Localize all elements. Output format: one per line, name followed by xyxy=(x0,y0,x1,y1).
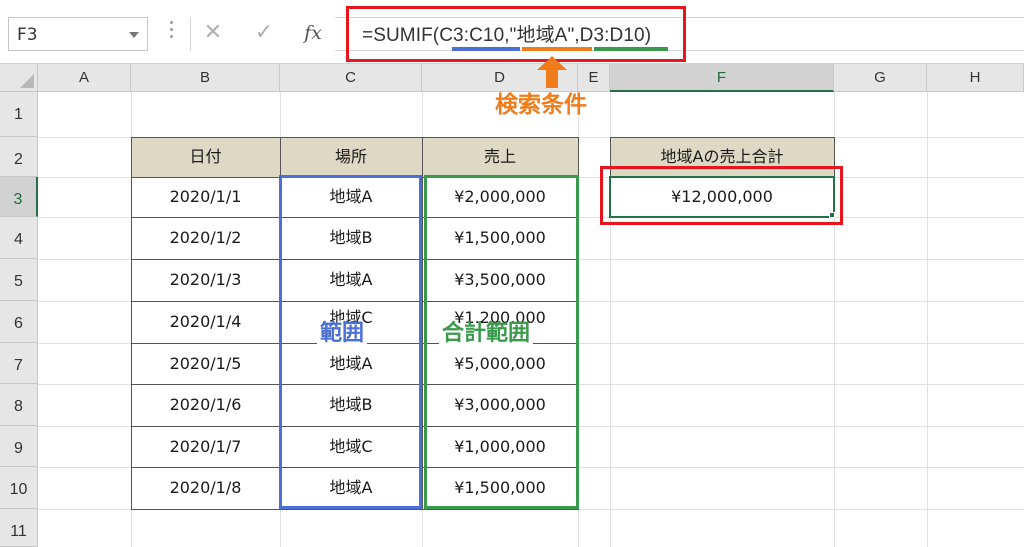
cancel-icon[interactable]: ✕ xyxy=(200,18,226,48)
divider xyxy=(190,17,191,51)
drag-handle-icon[interactable] xyxy=(170,21,174,47)
criteria-label: 検索条件 xyxy=(495,92,587,118)
column-header-f[interactable]: F xyxy=(610,64,834,92)
row-header-10[interactable]: 10 xyxy=(0,467,38,509)
row-header-4[interactable]: 4 xyxy=(0,217,38,259)
column-header-e[interactable]: E xyxy=(578,64,610,92)
column-header-h[interactable]: H xyxy=(927,64,1024,92)
spreadsheet-grid: A B C D E F G H 1 2 3 4 5 6 7 8 9 10 11 … xyxy=(0,64,1024,547)
name-box[interactable]: F3 xyxy=(8,17,148,51)
column-header-b[interactable]: B xyxy=(131,64,280,92)
row-header-3[interactable]: 3 xyxy=(0,177,38,217)
select-all-corner[interactable] xyxy=(0,64,38,92)
table-border xyxy=(422,137,423,510)
result-highlight-box xyxy=(600,166,843,225)
formula-highlight-box xyxy=(346,6,686,62)
name-box-value: F3 xyxy=(17,25,38,45)
insert-function-icon[interactable]: fx xyxy=(300,18,326,48)
row-header-6[interactable]: 6 xyxy=(0,301,38,343)
column-header-c[interactable]: C xyxy=(280,64,422,92)
row-header-8[interactable]: 8 xyxy=(0,384,38,426)
arrow-up-icon xyxy=(537,56,567,88)
sum-range-label: 合計範囲 xyxy=(439,323,534,345)
row-header-1[interactable]: 1 xyxy=(0,92,38,137)
range-label: 範囲 xyxy=(317,323,368,345)
sum-range-underline xyxy=(594,47,668,51)
row-header-2[interactable]: 2 xyxy=(0,137,38,177)
chevron-down-icon[interactable] xyxy=(129,32,139,38)
column-header-a[interactable]: A xyxy=(38,64,131,92)
range-underline xyxy=(452,47,520,51)
row-header-5[interactable]: 5 xyxy=(0,259,38,301)
gridline xyxy=(927,92,928,547)
row-header-7[interactable]: 7 xyxy=(0,343,38,384)
enter-check-icon[interactable]: ✓ xyxy=(251,18,277,48)
row-header-9[interactable]: 9 xyxy=(0,426,38,467)
column-header-g[interactable]: G xyxy=(834,64,927,92)
row-header-11[interactable]: 11 xyxy=(0,509,38,547)
criteria-underline xyxy=(522,47,592,51)
